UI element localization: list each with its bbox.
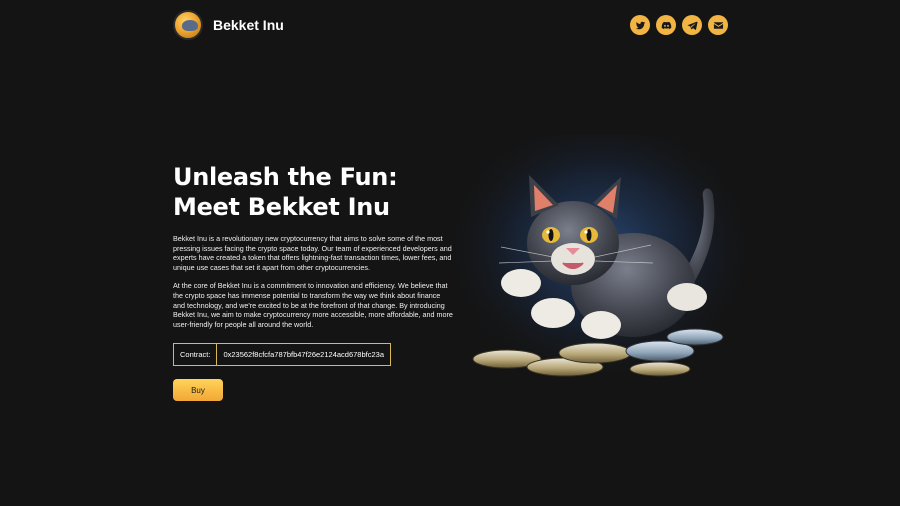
- brand-name: Bekket Inu: [213, 17, 284, 33]
- hero-section: Unleash the Fun: Meet Bekket Inu Bekket …: [173, 162, 453, 402]
- contract-label: Contract:: [174, 344, 218, 366]
- discord-icon[interactable]: [656, 15, 676, 35]
- hero-paragraph-2: At the core of Bekket Inu is a commitmen…: [173, 281, 453, 329]
- social-links: [630, 15, 728, 35]
- cat-illustration: [455, 135, 745, 385]
- contract-box: Contract: 0x23562f8cfcfa787bfb47f26e2124…: [173, 343, 391, 367]
- buy-button[interactable]: Buy: [173, 379, 223, 402]
- cat-coin-logo-icon: [173, 10, 203, 40]
- site-header: Bekket Inu: [173, 9, 728, 41]
- email-icon[interactable]: [708, 15, 728, 35]
- hero-paragraph-1: Bekket Inu is a revolutionary new crypto…: [173, 234, 452, 272]
- contract-address[interactable]: 0x23562f8cfcfa787bfb47f26e2124acd678bfc2…: [217, 344, 390, 365]
- hero-title: Unleash the Fun: Meet Bekket Inu: [173, 163, 398, 221]
- twitter-icon[interactable]: [630, 15, 650, 35]
- telegram-icon[interactable]: [682, 15, 702, 35]
- brand[interactable]: Bekket Inu: [173, 10, 284, 40]
